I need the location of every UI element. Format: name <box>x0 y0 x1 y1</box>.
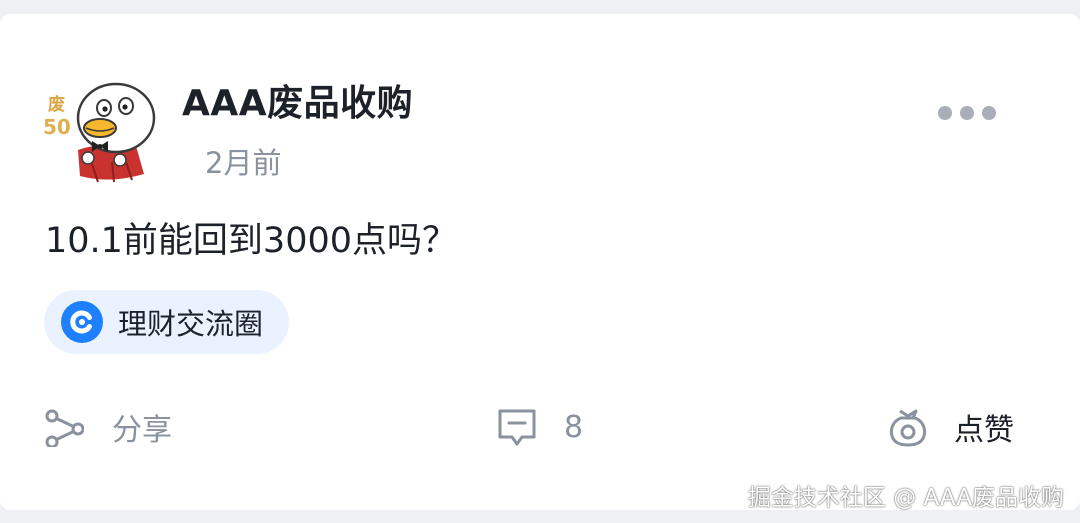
post-content: 10.1前能回到3000点吗？ <box>45 221 458 261</box>
share-icon <box>45 409 84 447</box>
more-dot-icon <box>982 106 996 120</box>
more-options-button[interactable] <box>938 98 996 128</box>
author-name[interactable]: AAA废品收购 <box>182 74 413 126</box>
more-dot-icon <box>938 106 952 120</box>
circle-tag[interactable]: 理财交流圈 <box>44 290 290 354</box>
comment-button[interactable]: 8 <box>496 402 583 452</box>
watermark: 掘金技术社区 @ AAA废品收购 <box>747 485 1064 511</box>
comment-count: 8 <box>564 409 584 445</box>
share-label: 分享 <box>112 413 172 448</box>
duck-mascot-icon: 废 50 <box>43 82 156 183</box>
share-button[interactable]: 分享 <box>44 402 172 452</box>
author-avatar[interactable]: 废 50 <box>40 72 158 184</box>
like-label: 点赞 <box>954 413 1014 448</box>
avatar-badge-text: 废 <box>48 94 65 115</box>
like-icon <box>889 409 927 447</box>
post-time: 2月前 <box>205 146 282 180</box>
comment-icon <box>498 409 536 446</box>
avatar-level-text: 50 <box>43 115 71 139</box>
circle-tag-label: 理财交流圈 <box>118 307 264 341</box>
more-dot-icon <box>960 106 974 120</box>
like-button[interactable]: 点赞 <box>886 402 1014 452</box>
juejin-circle-icon <box>61 301 103 343</box>
